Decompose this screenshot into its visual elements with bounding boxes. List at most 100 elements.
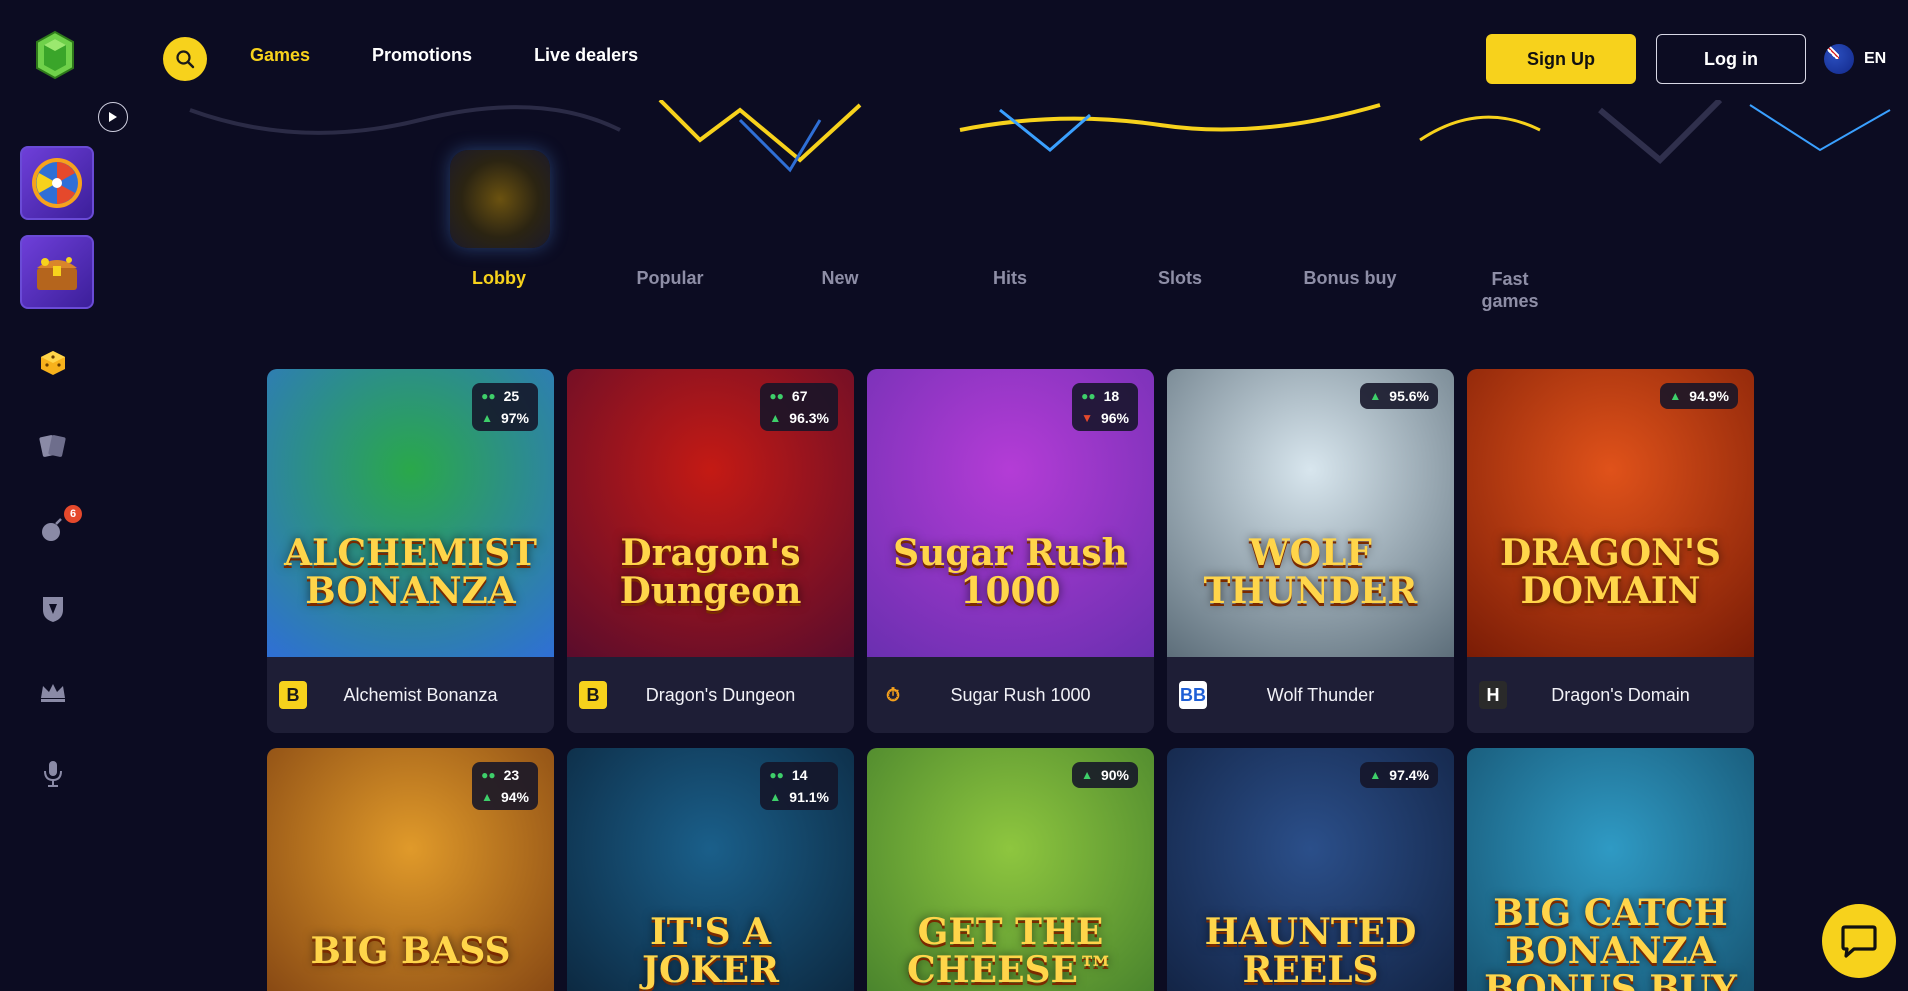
game-name: Dragon's Domain [1551,684,1690,705]
game-card[interactable]: DRAGON'S DOMAIN ▲ 94.9% H Dragon's Domain [1467,369,1754,733]
sidebar-item-dice[interactable] [36,346,70,380]
tab-new[interactable]: New [790,268,890,289]
players-icon: ●● [481,768,496,782]
game-art-title: ALCHEMIST BONANZA [284,532,537,612]
game-card[interactable]: BIG CATCH BONANZA BONUS BUY [1467,748,1754,991]
bomb-icon [42,518,62,541]
chat-button[interactable] [1822,904,1896,978]
tab-fast-games[interactable]: Fast games [1480,268,1540,312]
game-thumbnail[interactable]: BIG CATCH BONANZA BONUS BUY [1467,748,1754,991]
game-card[interactable]: Sugar Rush 1000 ●● 18 ▼ 96% ⏱ Sugar Rush 1000 [867,369,1154,733]
rtp-up-icon: ▲ [1369,389,1382,403]
players-count: 67 [791,388,808,404]
shield-icon [43,597,63,622]
provider-logo-icon: B [579,681,607,709]
sidebar-item-cards[interactable] [36,429,70,463]
tab-slots[interactable]: Slots [1130,268,1230,289]
provider-logo-icon: B [279,681,307,709]
game-card[interactable]: ALCHEMIST BONANZA ●● 25 ▲ 97% B Alchemist Bona… [267,369,554,733]
language-code: EN [1864,50,1887,67]
game-card[interactable]: IT'S A JOKER ●● 14 ▲ 91.1% [567,748,854,991]
game-stats-badge: ▲ 97.4% [1360,762,1438,788]
game-name: Sugar Rush 1000 [950,684,1091,705]
game-art-title: WOLF THUNDER [1203,532,1418,612]
sidebar-item-crown[interactable] [36,675,70,709]
game-card[interactable]: WOLF THUNDER ▲ 95.6% BB Wolf Thunder [1167,369,1454,733]
players-icon: ●● [769,768,784,782]
nav-live-dealers[interactable]: Live dealers [534,45,638,66]
game-thumbnail[interactable]: WOLF THUNDER [1167,369,1454,657]
players-icon: ●● [769,389,784,403]
game-card[interactable]: HAUNTED REELS ▲ 97.4% [1167,748,1454,991]
game-art-title: BIG BASS [310,930,511,973]
sidebar-item-wheel[interactable] [20,146,94,220]
game-stats-badge: ●● 23 ▲ 94% [472,762,538,810]
game-art-title: BIG CATCH BONANZA BONUS BUY [1484,892,1737,991]
game-thumbnail[interactable]: DRAGON'S DOMAIN [1467,369,1754,657]
rtp-up-icon: ▲ [1369,768,1382,782]
sidebar-item-microphone[interactable] [36,757,70,791]
banner-decoration [189,100,1891,173]
chat-icon [1841,925,1877,958]
site-logo[interactable] [34,30,76,80]
login-button[interactable]: Log in [1656,34,1806,84]
game-stats-badge: ▲ 90% [1072,762,1138,788]
game-art-title: IT'S A JOKER [641,911,780,991]
game-card-footer: BB Wolf Thunder [1167,657,1454,733]
game-stats-badge: ●● 67 ▲ 96.3% [760,383,838,431]
language-selector[interactable]: EN [1824,44,1886,74]
nav-games[interactable]: Games [250,45,310,66]
provider-logo-icon: ⏱ [885,684,901,705]
dice-icon [41,351,65,375]
flag-icon [1824,44,1854,74]
tab-hits[interactable]: Hits [960,268,1060,289]
game-art-title: HAUNTED REELS [1204,911,1417,991]
nav-promotions[interactable]: Promotions [372,45,472,66]
rtp-value: 94% [500,789,529,805]
game-art-title: GET THE CHEESE™ [907,911,1114,991]
tab-bonus-buy[interactable]: Bonus buy [1290,268,1410,289]
rtp-value: 91.1% [789,789,829,805]
sidebar-item-treasure[interactable] [20,235,94,309]
rtp-value: 97.4% [1389,767,1429,783]
players-icon: ●● [481,389,496,403]
players-count: 23 [503,767,520,783]
rtp-up-icon: ▲ [769,411,782,425]
top-header: Games Promotions Live dealers Sign Up Lo… [0,0,1908,100]
lobby-category-icon[interactable] [450,150,550,248]
signup-button[interactable]: Sign Up [1486,34,1636,84]
rtp-up-icon: ▲ [769,790,782,804]
players-count: 18 [1103,388,1120,404]
rtp-value: 97% [500,410,529,426]
game-card-footer: B Dragon's Dungeon [567,657,854,733]
game-card[interactable]: BIG BASS ●● 23 ▲ 94% [267,748,554,991]
search-button[interactable] [163,37,207,81]
rtp-value: 95.6% [1389,388,1429,404]
game-stats-badge: ●● 14 ▲ 91.1% [760,762,838,810]
game-card[interactable]: GET THE CHEESE™ ▲ 90% [867,748,1154,991]
rtp-up-icon: ▲ [1081,768,1093,782]
sidebar-item-shield[interactable] [36,592,70,626]
game-name: Dragon's Dungeon [645,684,796,705]
game-art-title: Dragon's Dungeon [619,532,802,612]
game-stats-badge: ▲ 95.6% [1360,383,1438,409]
tab-lobby[interactable]: Lobby [459,268,539,289]
crown-icon [41,684,65,702]
rtp-value: 90% [1100,767,1129,783]
game-card-footer: B Alchemist Bonanza [267,657,554,733]
players-count: 14 [791,767,808,783]
main-nav: Games Promotions Live dealers [250,45,638,66]
game-stats-badge: ▲ 94.9% [1660,383,1738,409]
sidebar-toggle-button[interactable] [98,102,128,132]
cards-icon [39,435,66,457]
players-icon: ●● [1081,389,1096,403]
game-name: Wolf Thunder [1266,684,1375,705]
tab-popular[interactable]: Popular [620,268,720,289]
game-art-title: Sugar Rush 1000 [893,532,1128,612]
rtp-value: 96% [1100,410,1129,426]
game-card[interactable]: Dragon's Dungeon ●● 67 ▲ 96.3% B Dragon's Dung… [567,369,854,733]
microphone-icon [44,761,62,787]
game-stats-badge: ●● 25 ▲ 97% [472,383,538,431]
provider-logo-icon: H [1479,681,1507,709]
provider-logo-icon: BB [1179,681,1207,709]
